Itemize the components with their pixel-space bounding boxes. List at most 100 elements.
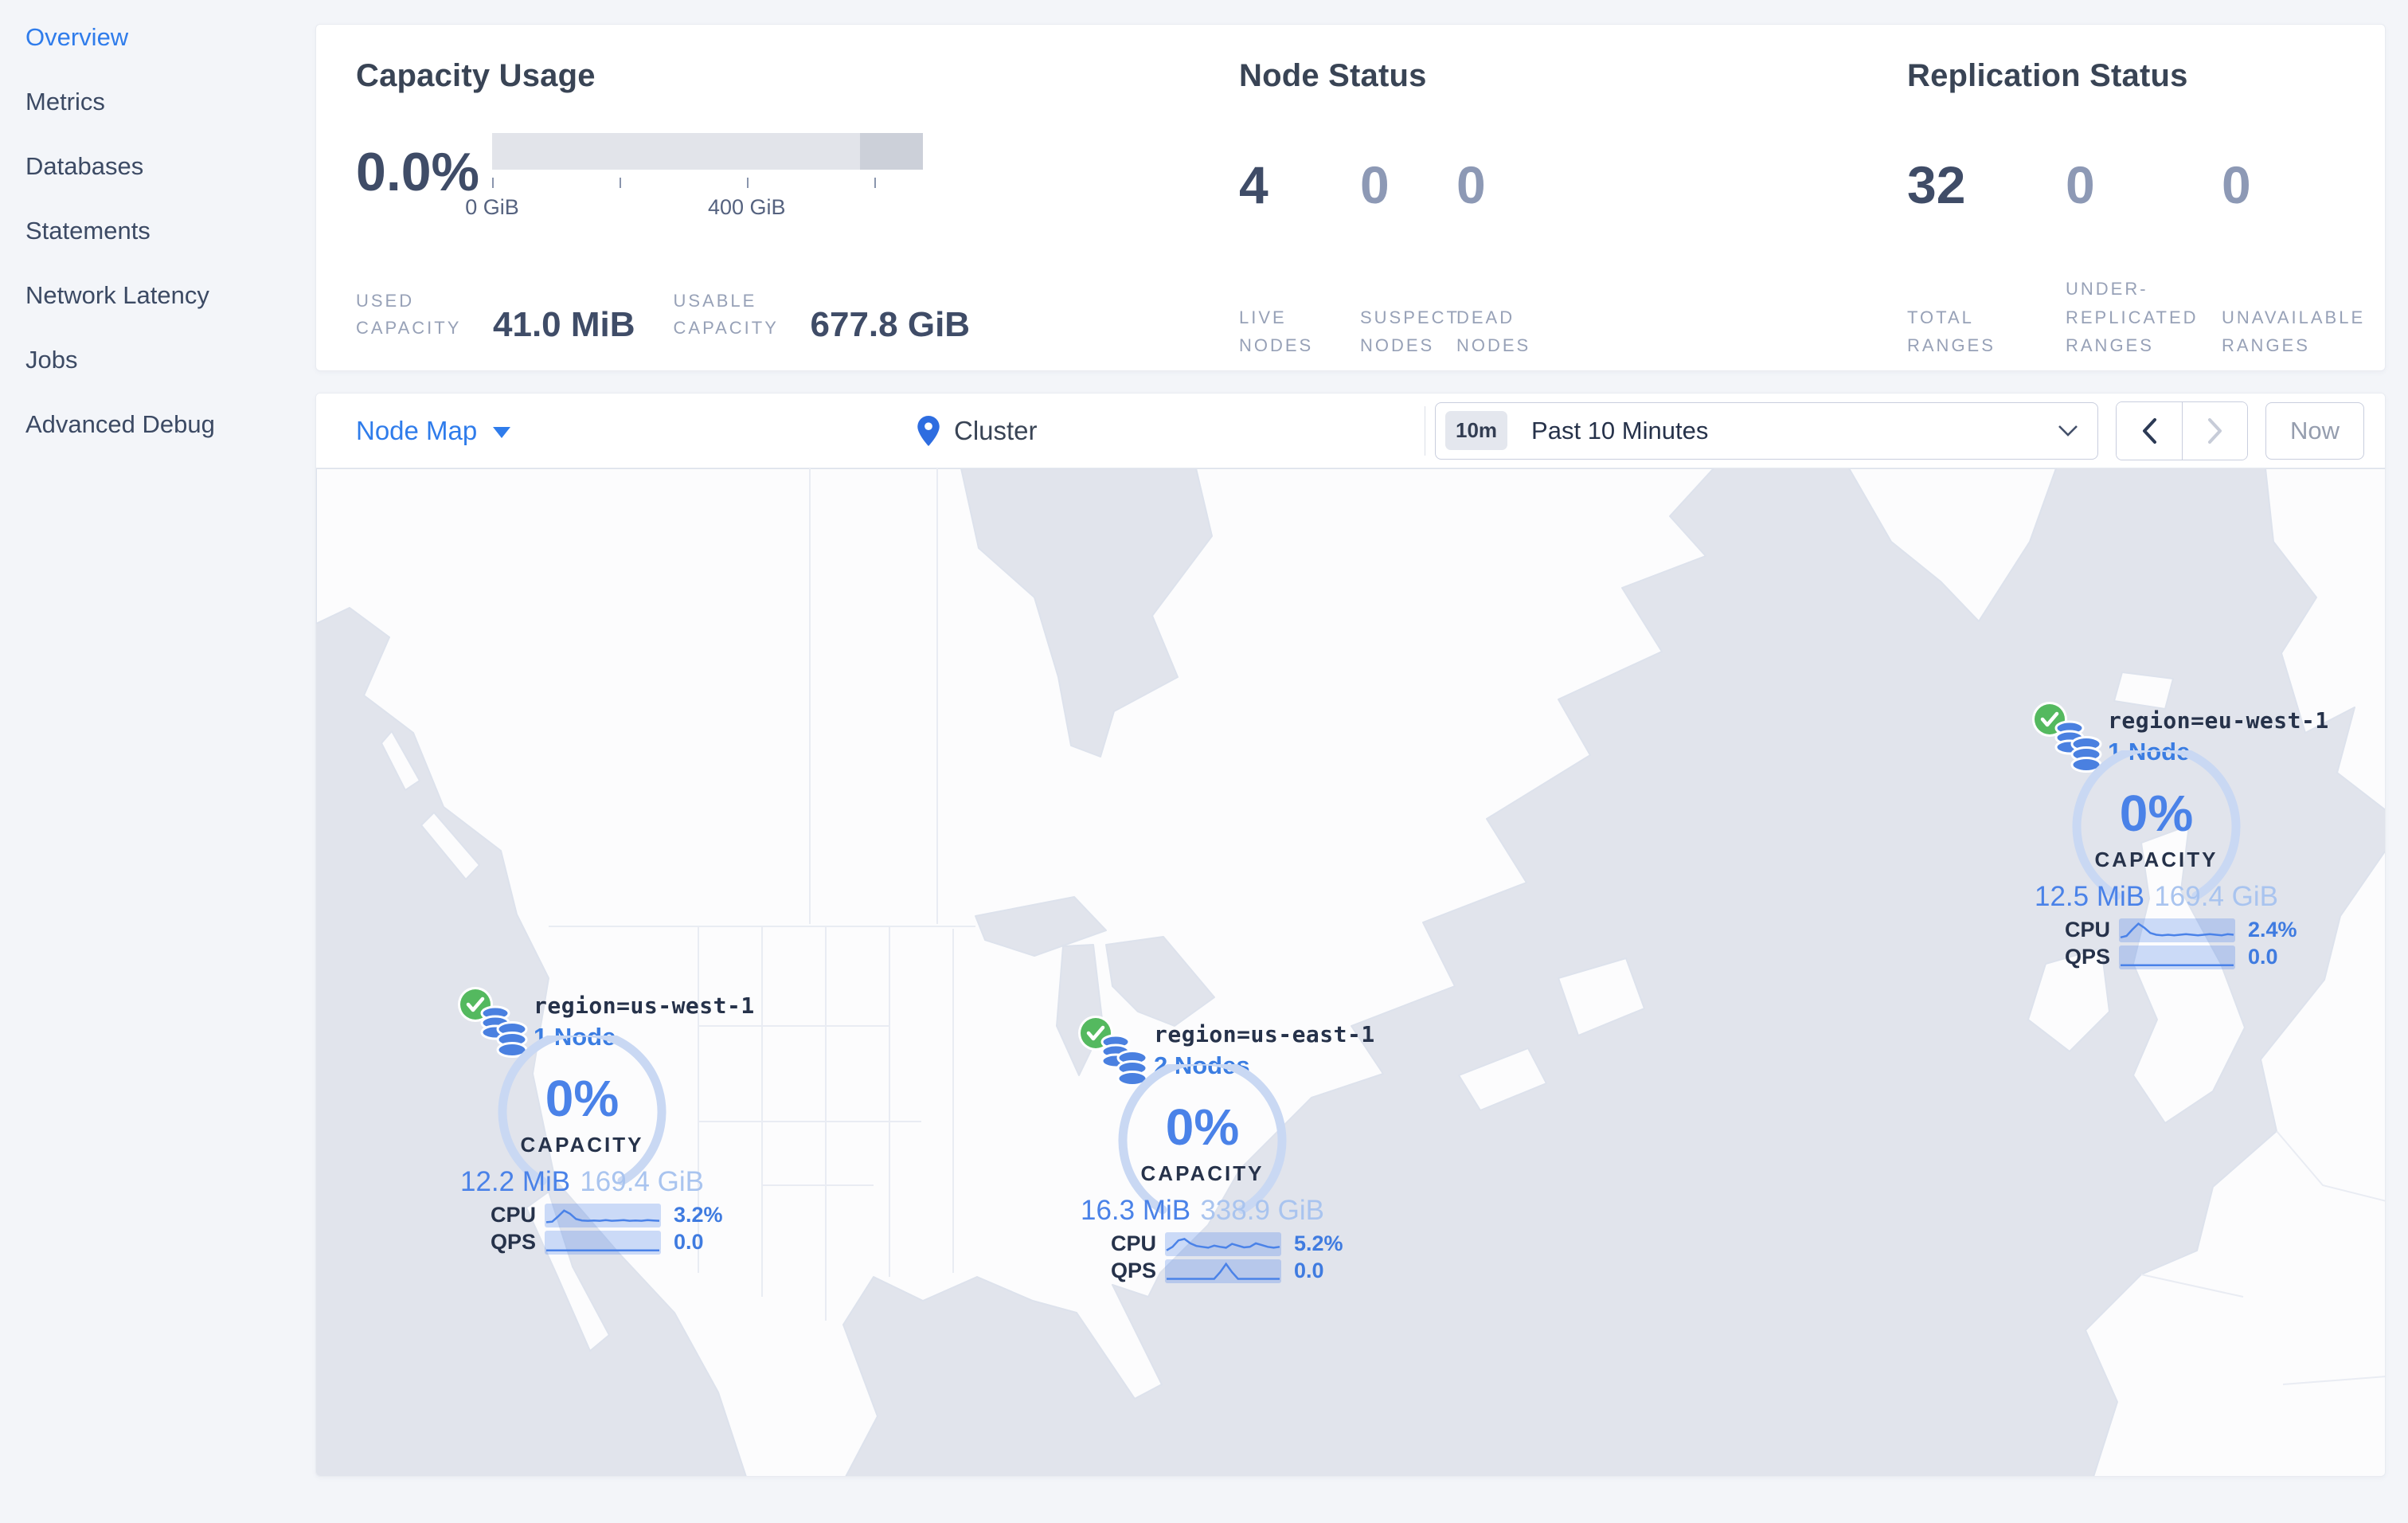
- used-capacity-value: 41.0 MiB: [493, 305, 635, 345]
- capacity-tick: [746, 178, 749, 188]
- capacity-bar: 0 GiB 400 GiB: [465, 133, 923, 219]
- used-capacity-label: USED CAPACITY: [356, 291, 462, 339]
- under-replicated-ranges-value: 0: [2066, 155, 2095, 214]
- usable-capacity-stat: USABLE CAPACITY 677.8 GiB: [674, 288, 971, 346]
- time-forward-button[interactable]: [2182, 401, 2247, 460]
- total-ranges-stat: 32 TOTAL RANGES: [1907, 144, 2066, 359]
- now-button[interactable]: Now: [2265, 401, 2364, 460]
- world-map[interactable]: region=us-west-1 1 Node 0% CAPACITY 12.2…: [316, 468, 2385, 1476]
- under-replicated-ranges-stat: 0 UNDER-REPLICATED RANGES: [2066, 144, 2222, 359]
- total-ranges-value: 32: [1907, 155, 1966, 214]
- unavailable-ranges-stat: 0 UNAVAILABLE RANGES: [2222, 144, 2380, 359]
- region-used-capacity: 16.3 MiB: [1081, 1195, 1191, 1226]
- cpu-label: CPU: [2065, 918, 2111, 942]
- caret-down-icon: [493, 426, 511, 438]
- replication-status-title: Replication Status: [1907, 58, 2188, 93]
- sidebar-item-metrics[interactable]: Metrics: [0, 69, 315, 134]
- live-nodes-value: 4: [1239, 155, 1268, 214]
- suspect-nodes-label: SUSPECT NODES: [1360, 307, 1460, 355]
- region-marker-us-east-1: region=us-east-1 2 Nodes 0% CAPACITY 16.…: [1071, 1015, 1374, 1286]
- replication-status-section: Replication Status 32 TOTAL RANGES 0 UND…: [1907, 58, 2385, 355]
- qps-sparkline: [1165, 1259, 1281, 1283]
- qps-value: 0.0: [1294, 1259, 1324, 1282]
- region-total-capacity: 338.9 GiB: [1200, 1195, 1324, 1226]
- time-range-label: Past 10 Minutes: [1531, 416, 1709, 444]
- map-pin-icon: [917, 416, 940, 446]
- time-step-buttons: [2116, 401, 2248, 460]
- node-status-title: Node Status: [1239, 58, 1427, 93]
- sidebar-item-advanced-debug[interactable]: Advanced Debug: [0, 392, 315, 456]
- qps-label: QPS: [2065, 945, 2111, 969]
- cpu-sparkline: [1165, 1231, 1281, 1256]
- breadcrumb[interactable]: Cluster: [917, 393, 1038, 468]
- region-marker-eu-west-1: region=eu-west-1 1 Node 0% CAPACITY 12.5…: [2025, 701, 2328, 972]
- time-range-badge: 10m: [1445, 411, 1508, 450]
- sidebar-item-jobs[interactable]: Jobs: [0, 327, 315, 392]
- cpu-label: CPU: [1111, 1231, 1157, 1255]
- gauge-percent: 0%: [1165, 1098, 1240, 1156]
- view-mode-label: Node Map: [356, 415, 478, 445]
- live-nodes-label: LIVE NODES: [1239, 307, 1314, 355]
- region-used-capacity: 12.2 MiB: [460, 1166, 571, 1197]
- gauge-percent: 0%: [2119, 785, 2194, 842]
- capacity-tick: [874, 178, 876, 188]
- sidebar-item-databases[interactable]: Databases: [0, 134, 315, 198]
- chevron-down-icon: [2058, 425, 2078, 437]
- region-total-capacity: 169.4 GiB: [580, 1166, 704, 1197]
- map-toolbar: Node Map Cluster 10m Past 10 Minutes Now: [316, 393, 2385, 468]
- time-controls: 10m Past 10 Minutes Now: [1435, 401, 2364, 460]
- used-capacity-stat: USED CAPACITY 41.0 MiB: [356, 288, 635, 346]
- sidebar-item-overview[interactable]: Overview: [0, 5, 315, 69]
- qps-value: 0.0: [2248, 945, 2278, 969]
- capacity-tick: [492, 178, 494, 188]
- dead-nodes-stat: 0 DEAD NODES: [1456, 144, 1577, 359]
- capacity-tick-label-400: 400 GiB: [707, 195, 786, 219]
- unavailable-ranges-value: 0: [2222, 155, 2251, 214]
- total-ranges-label: TOTAL RANGES: [1907, 307, 1996, 355]
- suspect-nodes-stat: 0 SUSPECT NODES: [1360, 144, 1460, 359]
- capacity-tick-label-0: 0 GiB: [465, 195, 519, 219]
- usable-capacity-value: 677.8 GiB: [810, 305, 971, 345]
- cpu-value: 2.4%: [2248, 918, 2297, 942]
- capacity-tick: [620, 178, 622, 188]
- gauge-capacity-label: CAPACITY: [2094, 848, 2218, 871]
- capacity-stats: USED CAPACITY 41.0 MiB USABLE CAPACITY 6…: [356, 288, 970, 346]
- suspect-nodes-value: 0: [1360, 155, 1390, 214]
- time-range-select[interactable]: 10m Past 10 Minutes: [1435, 401, 2098, 460]
- cluster-summary-panel: Capacity Usage 0.0% 0 GiB 400 GiB USED C…: [315, 24, 2386, 371]
- sidebar-item-statements[interactable]: Statements: [0, 198, 315, 263]
- region-marker-us-west-1: region=us-west-1 1 Node 0% CAPACITY 12.2…: [451, 986, 754, 1257]
- capacity-bar-track: [492, 133, 923, 170]
- region-label[interactable]: region=us-west-1: [534, 992, 755, 1019]
- cpu-label: CPU: [491, 1203, 537, 1227]
- capacity-usage-section: Capacity Usage: [356, 58, 1232, 94]
- cpu-value: 5.2%: [1294, 1231, 1343, 1255]
- live-nodes-stat: 4 LIVE NODES: [1239, 144, 1360, 359]
- region-used-capacity: 12.5 MiB: [2035, 881, 2145, 912]
- cpu-value: 3.2%: [674, 1203, 723, 1227]
- cpu-sparkline: [545, 1203, 661, 1227]
- sidebar-item-network-latency[interactable]: Network Latency: [0, 263, 315, 327]
- usable-capacity-label: USABLE CAPACITY: [673, 291, 779, 339]
- qps-label: QPS: [1111, 1259, 1157, 1282]
- map-landmass-svg: [316, 468, 2385, 1476]
- qps-label: QPS: [491, 1230, 537, 1254]
- time-back-button[interactable]: [2117, 401, 2182, 460]
- gauge-capacity-label: CAPACITY: [1140, 1161, 1265, 1185]
- breadcrumb-label: Cluster: [954, 416, 1038, 445]
- region-label[interactable]: region=us-east-1: [1154, 1021, 1375, 1047]
- capacity-percent: 0.0%: [356, 142, 479, 202]
- main-content: Capacity Usage 0.0% 0 GiB 400 GiB USED C…: [315, 0, 2386, 1477]
- view-mode-dropdown[interactable]: Node Map: [356, 415, 511, 446]
- gauge-capacity-label: CAPACITY: [520, 1133, 644, 1157]
- cpu-sparkline: [2119, 918, 2235, 942]
- capacity-usage-title: Capacity Usage: [356, 58, 596, 93]
- node-status-section: Node Status 4 LIVE NODES 0 SUSPECT NODES…: [1239, 58, 1796, 355]
- sidebar: Overview Metrics Databases Statements Ne…: [0, 0, 315, 1523]
- unavailable-ranges-label: UNAVAILABLE RANGES: [2222, 307, 2366, 355]
- node-map-panel: Node Map Cluster 10m Past 10 Minutes Now…: [315, 393, 2386, 1477]
- region-total-capacity: 169.4 GiB: [2154, 881, 2278, 912]
- under-replicated-ranges-label: UNDER-REPLICATED RANGES: [2066, 279, 2199, 355]
- qps-value: 0.0: [674, 1230, 704, 1254]
- region-label[interactable]: region=eu-west-1: [2108, 707, 2329, 734]
